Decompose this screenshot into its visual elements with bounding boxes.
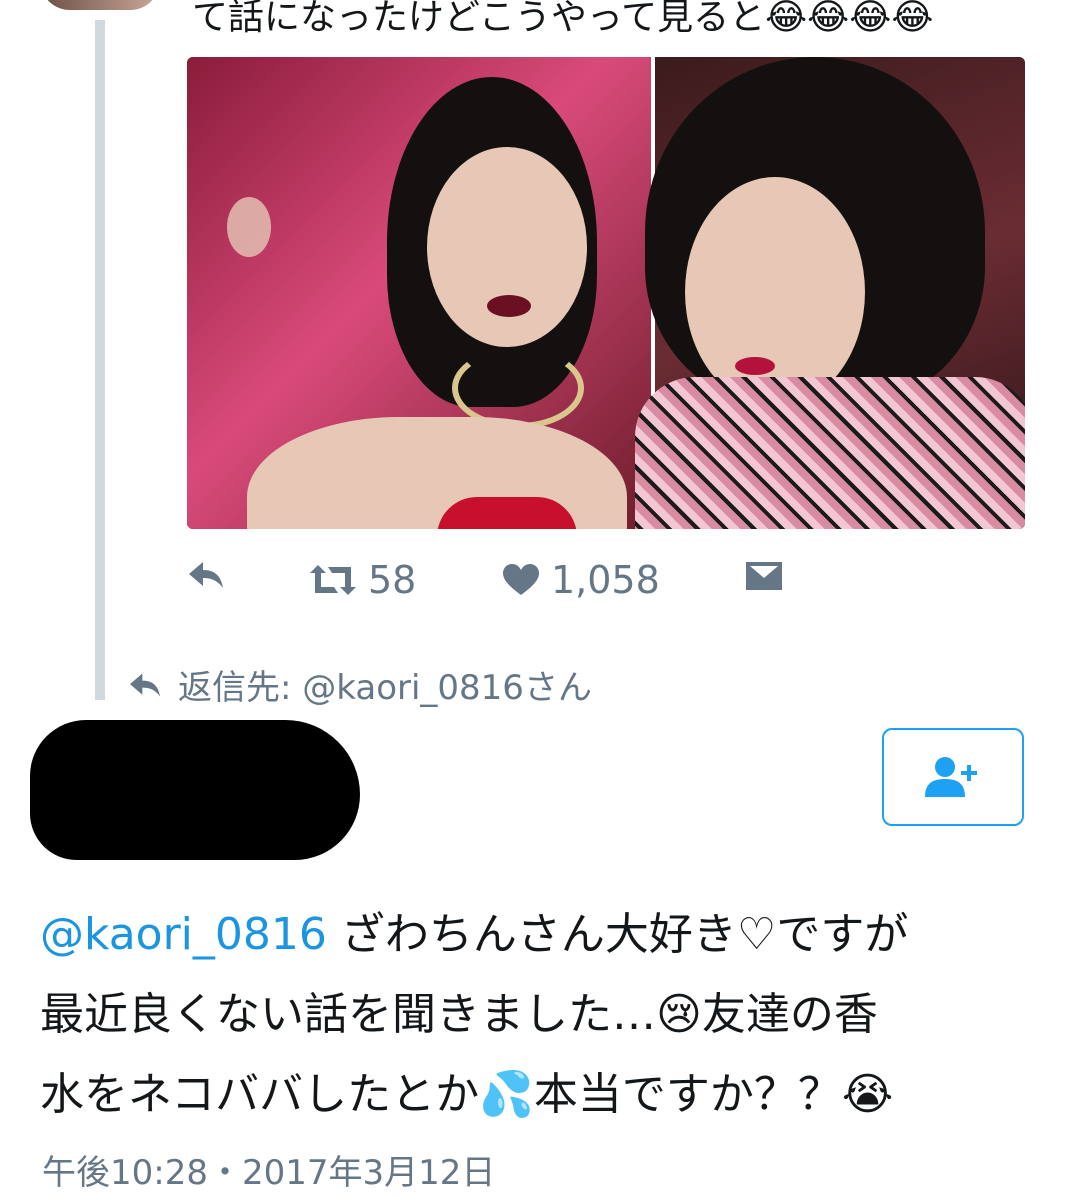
envelope-icon [746,562,782,590]
reply-button[interactable] [187,558,225,592]
heart-icon [503,564,539,595]
previous-tweet-avatar[interactable] [40,0,160,10]
tweet-action-bar: 58 1,058 [0,558,1067,608]
redacted-author [30,720,360,860]
like-count: 1,058 [551,558,660,602]
sweat-droplets-emoji: 💦 [479,1069,534,1120]
tweet-text-line1: ざわちんさん大好き♡ですが [326,909,909,960]
retweet-count: 58 [368,558,417,602]
reply-context[interactable]: 返信先: @kaori_0816さん [128,660,592,709]
reply-icon [130,673,160,696]
reply-context-label: 返信先: @kaori_0816さん [178,668,592,708]
direct-message-button[interactable] [746,562,782,590]
tweet-timestamp[interactable]: 午後10:28・2017年3月12日 [42,1145,495,1194]
tweet-text-line3: 水をネコババしたとか [40,1069,480,1120]
tweet-text-line2: 最近良くない話を聞きました… [40,989,656,1040]
reply-icon [189,562,223,588]
tweet-text-line3-rest: 本当ですか？？ [533,1069,842,1120]
like-button[interactable]: 1,058 [503,558,660,602]
add-user-icon [925,757,977,797]
photo-left-panel [187,57,652,529]
previous-tweet-text: て話になったけどこうやって見ると😂😂😂😂 [192,0,934,38]
photo-right-panel [635,57,1025,529]
mention-link[interactable]: @kaori_0816 [40,909,327,960]
retweet-icon [310,565,356,595]
crying-face-emoji: 😢 [656,989,702,1040]
tweet-text-line2-rest: 友達の香 [701,989,878,1040]
loudly-crying-emoji: 😭 [841,1069,894,1120]
tweet-text: @kaori_0816 ざわちんさん大好き♡ですが 最近良くない話を聞きました…… [40,895,1040,1135]
retweet-button[interactable]: 58 [310,558,416,602]
follow-button[interactable] [882,728,1024,826]
tweet-photo[interactable] [187,57,1025,529]
